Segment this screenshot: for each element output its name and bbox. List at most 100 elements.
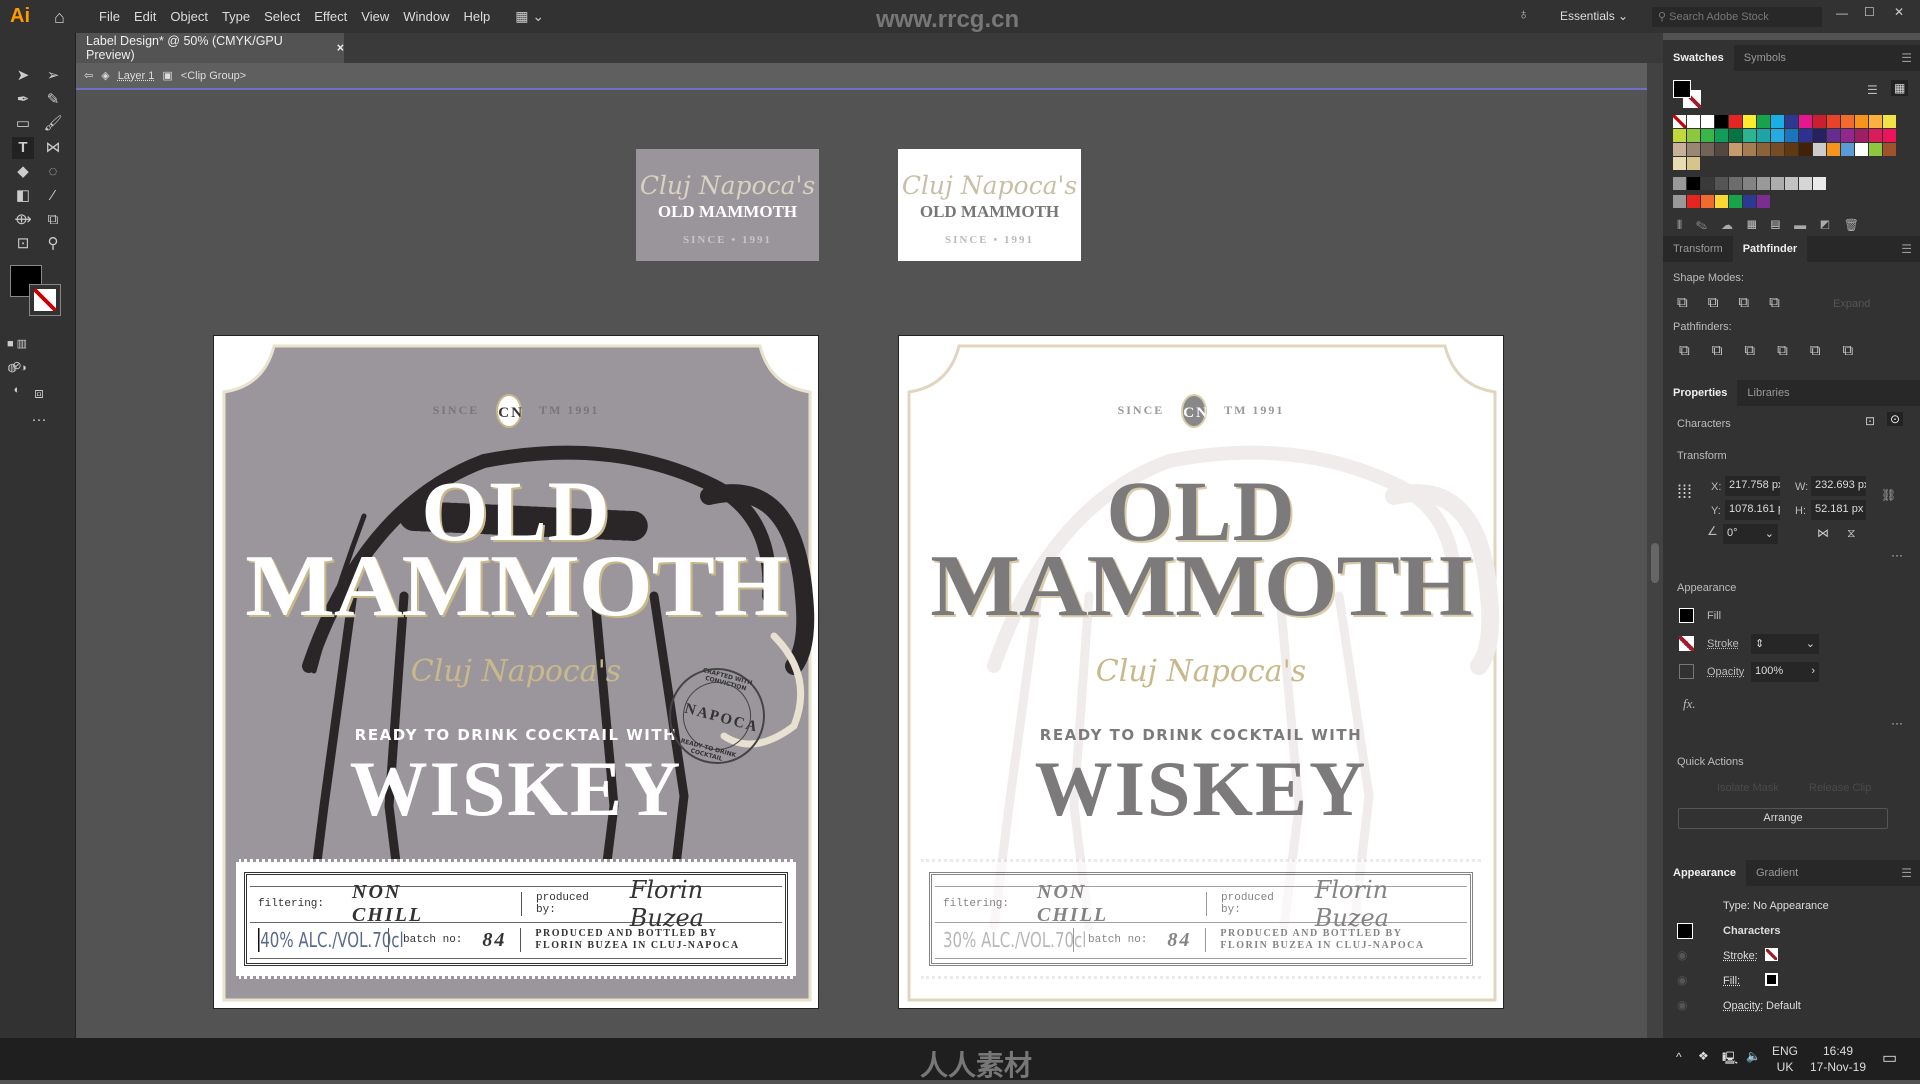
swatch[interactable] [1715,115,1728,128]
menu-file[interactable]: File [92,9,127,24]
swatch-bright[interactable] [1715,195,1728,208]
arrange-documents-icon[interactable]: ▦ ⌄ [515,8,544,25]
swatch[interactable] [1841,129,1854,142]
swatch[interactable] [1841,143,1854,156]
canvas[interactable]: Cluj Napoca's OLD MAMMOTH SINCE • 1991 C… [76,90,1647,1038]
y-field[interactable]: 1078.161 p [1725,500,1780,520]
menu-effect[interactable]: Effect [307,9,354,24]
arrange-button[interactable]: Arrange [1678,808,1888,829]
swatch[interactable] [1883,115,1896,128]
stroke-swatch-icon[interactable] [1679,636,1694,651]
pen-tool-icon[interactable]: ✒ [12,89,34,111]
swatch[interactable] [1869,143,1882,156]
menu-type[interactable]: Type [215,9,257,24]
swatch[interactable] [1729,143,1742,156]
blend-tool-icon[interactable]: ⟴ [12,209,34,231]
big-label-white[interactable]: SINCE CN TM 1991 OLD MAMMOTH Cluj Napoca… [898,335,1504,1009]
swatch[interactable] [1799,115,1812,128]
stroke-swatch[interactable] [29,284,61,316]
flip-vertical-icon[interactable]: ⧖ [1847,526,1855,541]
swatch[interactable] [1757,129,1770,142]
pathfinder-buttons[interactable]: ⧉⧉⧉⧉⧉⧉ [1679,342,1875,359]
swatch-grey[interactable] [1743,177,1756,190]
swatch-grey[interactable] [1757,177,1770,190]
tab-gradient[interactable]: Gradient [1746,860,1808,886]
menu-window[interactable]: Window [396,9,456,24]
tab-swatches[interactable]: Swatches [1663,45,1734,71]
swatch-bright[interactable] [1687,195,1700,208]
isolation-icon[interactable]: ⊡ [1865,414,1875,428]
workspace-switcher[interactable]: Essentials ⌄ [1560,9,1628,23]
swatch[interactable] [1743,129,1756,142]
swatch-grey[interactable] [1813,177,1826,190]
tab-transform[interactable]: Transform [1663,236,1733,262]
menu-select[interactable]: Select [257,9,307,24]
appearance-opacity[interactable]: Opacity: [1723,1000,1763,1012]
alcohol-volume-text[interactable]: 40% ALC./VOL.70cl [258,928,404,952]
swatch[interactable] [1813,115,1826,128]
swatch[interactable] [1687,129,1700,142]
swatch[interactable] [1799,129,1812,142]
target-icon[interactable]: ⊙ [1887,412,1904,426]
eyedropper-tool-icon[interactable]: ⁄ [42,185,64,207]
swatch-grey[interactable] [1771,177,1784,190]
draw-mode-icons[interactable]: ◍ ◑ ◐ [6,357,28,396]
visibility-eye-icon[interactable]: ◉ [1677,948,1687,962]
swatch[interactable] [1701,143,1714,156]
more-options-icon[interactable]: ··· [1891,716,1903,730]
swatch-footer-icons[interactable]: ⫴✎☁▦▤▬◩🗑 [1677,218,1873,233]
swatch[interactable] [1827,115,1840,128]
swatch[interactable] [1799,143,1812,156]
appearance-fill[interactable]: Fill: [1723,975,1740,987]
isolate-mask-button[interactable]: Isolate Mask [1717,782,1779,794]
swatch-grey[interactable] [1799,177,1812,190]
swatch-grey[interactable] [1729,177,1742,190]
swatch-grey[interactable] [1701,177,1714,190]
tab-appearance[interactable]: Appearance [1663,860,1746,886]
flip-horizontal-icon[interactable]: ⋈ [1817,526,1829,540]
menu-edit[interactable]: Edit [127,9,163,24]
close-window-button[interactable]: ✕ [1894,5,1904,19]
swatch-bright[interactable] [1701,195,1714,208]
discover-lightbulb-icon[interactable]: ♁ [1518,6,1529,23]
more-tools-icon[interactable]: ··· [28,409,50,431]
swatch[interactable] [1729,129,1742,142]
swatch-grey[interactable] [1687,177,1700,190]
swatch[interactable] [1883,129,1896,142]
notifications-icon[interactable]: ▭ [1882,1048,1897,1068]
swatch-fill[interactable] [1673,80,1691,98]
stroke-weight-field[interactable]: ⇕ ⌄ [1751,634,1819,654]
swatch-bright[interactable] [1743,195,1756,208]
menu-object[interactable]: Object [163,9,215,24]
home-icon[interactable]: ⌂ [54,7,80,27]
swatch-registration[interactable] [1687,115,1700,128]
appearance-stroke[interactable]: Stroke: [1723,950,1758,962]
swatch[interactable] [1743,115,1756,128]
stroke-label[interactable]: Stroke [1707,638,1739,650]
more-options-icon[interactable]: ··· [1891,548,1903,562]
lasso-tool-icon[interactable]: ◌ [42,161,64,183]
appearance-fill-swatch[interactable] [1765,973,1778,986]
swatch[interactable] [1883,143,1896,156]
shape-builder-tool-icon[interactable]: ⧉ [42,209,64,231]
document-tab[interactable]: Label Design* @ 50% (CMYK/GPU Preview) × [76,33,344,63]
clock[interactable]: 16:49 17-Nov-19 [1808,1043,1868,1075]
swatch[interactable] [1827,129,1840,142]
swatch[interactable] [1757,143,1770,156]
type-tool-icon[interactable]: T [12,137,34,159]
stock-search-input[interactable]: ⚲ Search Adobe Stock [1652,7,1822,27]
visibility-eye-icon[interactable]: ◉ [1677,998,1687,1012]
opacity-field[interactable]: 100% › [1751,662,1819,682]
x-field[interactable]: 217.758 px [1725,476,1780,496]
menu-help[interactable]: Help [456,9,497,24]
gradient-tool-icon[interactable]: ◧ [12,185,34,207]
back-arrow-icon[interactable]: ⇦ [84,69,93,82]
swatch[interactable] [1785,115,1798,128]
tab-symbols[interactable]: Symbols [1734,45,1796,71]
panel-menu-icon[interactable]: ☰ [1901,51,1912,65]
release-clip-button[interactable]: Release Clip [1809,782,1871,794]
constrain-proportions-icon[interactable]: ⛓ [1881,488,1896,502]
breadcrumb-group[interactable]: <Clip Group> [181,70,246,82]
swatch[interactable] [1855,129,1868,142]
h-field[interactable]: 52.181 px [1811,500,1866,520]
